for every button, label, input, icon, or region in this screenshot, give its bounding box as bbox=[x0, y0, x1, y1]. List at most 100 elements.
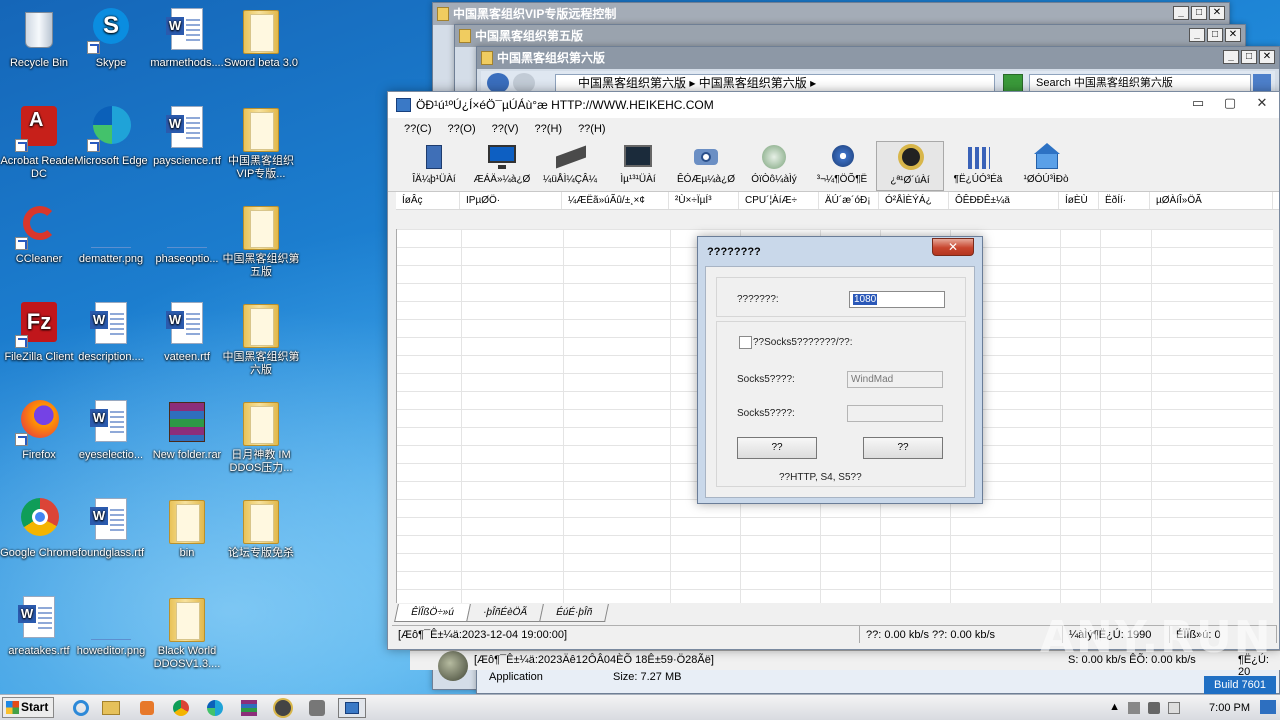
search-input[interactable]: Search 中国黑客组织第六版 bbox=[1029, 74, 1251, 92]
close-button[interactable]: ✕ bbox=[1251, 96, 1273, 112]
close-button[interactable]: ✕ bbox=[1209, 6, 1225, 20]
desktop-icon-foundglass[interactable]: foundglass.rtf bbox=[72, 496, 150, 560]
column-header[interactable]: ¼ÆËã»úÃû/±¸×¢ bbox=[562, 192, 669, 209]
ok-button[interactable]: ?? bbox=[737, 437, 817, 459]
socks-auth-checkbox[interactable] bbox=[739, 336, 752, 349]
desktop-icon-black-world[interactable]: Black World DDOSV1.3.... bbox=[148, 594, 226, 671]
desktop-icon-firefox[interactable]: Firefox bbox=[0, 398, 78, 462]
desktop-icon-edge[interactable]: Microsoft Edge bbox=[72, 104, 150, 168]
desktop-icon-acrobat[interactable]: A Acrobat Reader DC bbox=[0, 104, 78, 181]
taskbar-clock[interactable]: 7:00 PM bbox=[1209, 695, 1250, 720]
desktop-icon-fifth-edition[interactable]: 中国黑客组织第五版 bbox=[222, 202, 300, 279]
window-titlebar[interactable]: 中国黑客组织VIP专版远程控制 _ □ ✕ bbox=[433, 3, 1229, 25]
column-header[interactable]: ²Ù×÷ÏµÍ³ bbox=[669, 192, 739, 209]
desktop-icon-ddos-tool[interactable]: 日月神教 IM DDOS压力... bbox=[222, 398, 300, 475]
tray-expand-icon[interactable]: ▲ bbox=[1109, 701, 1120, 713]
start-button[interactable]: Start bbox=[2, 697, 54, 718]
breadcrumb-item[interactable]: 中国黑客组织第六版 bbox=[699, 76, 807, 90]
tool-super-terminal[interactable]: ³¬¼¶ÖÕ¶Ë bbox=[808, 141, 876, 191]
close-button[interactable]: ✕ bbox=[1225, 28, 1241, 42]
maximize-button[interactable]: □ bbox=[1241, 50, 1257, 64]
tool-terminal[interactable]: Ìµ¹³¹ÜÀí bbox=[604, 141, 672, 191]
desktop-icon-new-folder-rar[interactable]: New folder.rar bbox=[148, 398, 226, 462]
edge-taskbar-icon[interactable] bbox=[204, 698, 226, 718]
desktop-icon-chrome[interactable]: Google Chrome bbox=[0, 496, 78, 560]
app-taskbar-icon[interactable] bbox=[272, 698, 294, 718]
socks-user-input[interactable]: WindMad bbox=[847, 371, 943, 388]
menu-item[interactable]: ??(H) bbox=[527, 123, 571, 135]
menu-item[interactable]: ??(O) bbox=[440, 123, 484, 135]
port-input[interactable]: 1080 bbox=[849, 291, 945, 308]
menu-item[interactable]: ??(H) bbox=[570, 123, 614, 135]
rat-taskbar-icon[interactable] bbox=[338, 698, 366, 718]
window-titlebar[interactable]: ÖÐ¹ú¹ºÚ¿Í×éÖ¯µÚÁù°æ HTTP://WWW.HEIKEHC.C… bbox=[388, 92, 1279, 118]
proxy-settings-dialog[interactable]: ???????? ✕ ???????: 1080 ??Socks5???????… bbox=[697, 236, 983, 504]
tray-network-icon[interactable] bbox=[1128, 702, 1140, 714]
menu-item[interactable]: ??(V) bbox=[484, 123, 527, 135]
tab-service-settings[interactable]: ·þÎñÉèÖÃ bbox=[465, 604, 544, 622]
desktop-icon-skype[interactable]: S Skype bbox=[72, 6, 150, 70]
column-header[interactable]: Ó²ÅÌÈÝÁ¿ bbox=[879, 192, 949, 209]
minimize-button[interactable]: _ bbox=[1223, 50, 1239, 64]
explorer-icon[interactable] bbox=[100, 698, 122, 718]
back-button[interactable] bbox=[487, 73, 509, 93]
column-header[interactable]: µØÀíÎ»ÖÃ bbox=[1150, 192, 1273, 209]
search-icon[interactable] bbox=[1253, 74, 1271, 92]
column-header[interactable]: ÔÊÐÐÊ±¼ä bbox=[949, 192, 1059, 209]
desktop-icon-eyeselection[interactable]: eyeselectio... bbox=[72, 398, 150, 462]
column-header[interactable]: CPU´¦ÀíÆ÷ bbox=[739, 192, 819, 209]
desktop-icon-howeditor[interactable]: howeditor.png bbox=[72, 594, 150, 658]
breadcrumb-item[interactable]: 中国黑客组织第六版 bbox=[578, 76, 686, 90]
media-player-icon[interactable] bbox=[136, 698, 158, 718]
desktop-icon-forum-folder[interactable]: 论坛专版免杀 bbox=[222, 496, 300, 560]
winrar-taskbar-icon[interactable] bbox=[238, 698, 260, 718]
close-button[interactable]: ✕ bbox=[1259, 50, 1275, 64]
desktop-icon-areatakes[interactable]: areatakes.rtf bbox=[0, 594, 78, 658]
window-titlebar[interactable]: 中国黑客组织第五版 _ □ ✕ bbox=[455, 25, 1245, 47]
tool-camera[interactable]: ÊÓÆµ¼à¿Ø bbox=[672, 141, 740, 191]
desktop-icon-phaseoption[interactable]: phaseoptio... bbox=[148, 202, 226, 266]
desktop-icon-sword-beta[interactable]: Sword beta 3.0 bbox=[222, 6, 300, 70]
tool-port-map[interactable]: ¶Ë¿ÚÓ³Éä bbox=[944, 141, 1012, 191]
column-header[interactable]: ÄÚ´æ´óÐ¡ bbox=[819, 192, 879, 209]
desktop-icon-dematter[interactable]: dematter.png bbox=[72, 202, 150, 266]
desktop-icon-recycle-bin[interactable]: Recycle Bin bbox=[0, 6, 78, 70]
maximize-button[interactable]: □ bbox=[1191, 6, 1207, 20]
desktop-icon-bin[interactable]: bin bbox=[148, 496, 226, 560]
column-header[interactable]: ÍøÈÙ bbox=[1059, 192, 1099, 209]
forward-button[interactable] bbox=[513, 73, 535, 93]
column-header[interactable]: ÍøÂç bbox=[396, 192, 460, 209]
maximize-button[interactable]: □ bbox=[1207, 28, 1223, 42]
show-desktop-button[interactable] bbox=[1260, 700, 1276, 714]
cancel-button[interactable]: ?? bbox=[863, 437, 943, 459]
breadcrumb[interactable]: 中国黑客组织第六版 ▸ 中国黑客组织第六版 ▸ bbox=[555, 74, 995, 92]
column-header[interactable]: IPµØÖ· bbox=[460, 192, 562, 209]
desktop-icon-ccleaner[interactable]: CCleaner bbox=[0, 202, 78, 266]
window-titlebar[interactable]: 中国黑客组织第六版 _ □ ✕ bbox=[477, 47, 1279, 69]
desktop-icon-vip-folder[interactable]: 中国黑客组织VIP专版... bbox=[222, 104, 300, 181]
refresh-button[interactable] bbox=[1003, 74, 1023, 92]
minimize-button[interactable]: _ bbox=[1173, 6, 1189, 20]
tool-keyboard[interactable]: ¼üÅÌ¼ÇÂ¼ bbox=[536, 141, 604, 191]
tray-volume-icon[interactable] bbox=[1148, 702, 1160, 714]
tool-about[interactable]: ¹ØÓÚ³ÌÐò bbox=[1012, 141, 1080, 191]
column-header[interactable]: ËðÍí· bbox=[1099, 192, 1150, 209]
socks-pass-input[interactable] bbox=[847, 405, 943, 422]
chrome-taskbar-icon[interactable] bbox=[170, 698, 192, 718]
tab-online-hosts[interactable]: ÊÏÎßÖ÷»ú bbox=[394, 604, 471, 622]
satellite-taskbar-icon[interactable] bbox=[306, 698, 328, 718]
desktop-icon-payscience[interactable]: payscience.rtf bbox=[148, 104, 226, 168]
desktop-icon-marmethods[interactable]: marmethods.... bbox=[148, 6, 226, 70]
dialog-close-button[interactable]: ✕ bbox=[932, 238, 974, 256]
ie-icon[interactable] bbox=[70, 698, 92, 718]
tab-build-server[interactable]: ÉúÉ·þÎñ bbox=[538, 604, 609, 622]
desktop-icon-sixth-edition[interactable]: 中国黑客组织第六版 bbox=[222, 300, 300, 377]
tool-audio[interactable]: ÓïÒô¼àÌý bbox=[740, 141, 808, 191]
desktop-icon-description[interactable]: description.... bbox=[72, 300, 150, 364]
desktop-icon-filezilla[interactable]: Fz FileZilla Client bbox=[0, 300, 78, 364]
desktop-icon-vateen[interactable]: vateen.rtf bbox=[148, 300, 226, 364]
tool-file-manager[interactable]: ÎÄ¼þ¹ÜÀí bbox=[400, 141, 468, 191]
menu-item[interactable]: ??(C) bbox=[396, 123, 440, 135]
tray-flag-icon[interactable] bbox=[1168, 702, 1180, 714]
minimize-button[interactable]: _ bbox=[1189, 28, 1205, 42]
